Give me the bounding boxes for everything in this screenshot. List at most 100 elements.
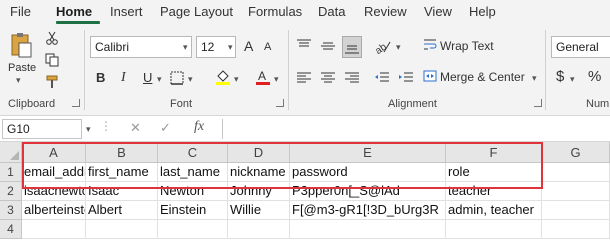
cell-d4[interactable] <box>228 220 290 239</box>
borders-icon[interactable] <box>168 69 186 87</box>
column-header-d[interactable]: D <box>228 142 290 163</box>
cell-d1[interactable]: nickname <box>228 163 290 182</box>
cell-c4[interactable] <box>158 220 228 239</box>
row-header-3[interactable]: 3 <box>0 201 22 220</box>
cell-f1[interactable]: role <box>446 163 542 182</box>
cell-e1[interactable]: password <box>290 163 446 182</box>
cell-g1[interactable] <box>542 163 610 182</box>
cell-b3[interactable]: Albert <box>86 201 158 220</box>
italic-button[interactable]: I <box>121 70 126 86</box>
cell-f3[interactable]: admin, teacher <box>446 201 542 220</box>
cell-b2[interactable]: Isaac <box>86 182 158 201</box>
cell-d3[interactable]: Willie <box>228 201 290 220</box>
column-header-g[interactable]: G <box>542 142 610 163</box>
tab-review[interactable]: Review <box>364 4 407 19</box>
underline-button[interactable]: U <box>143 70 152 85</box>
formula-value <box>223 121 227 135</box>
tab-home[interactable]: Home <box>56 4 92 19</box>
name-box[interactable]: G10 <box>2 119 82 139</box>
currency-button[interactable]: $ <box>556 68 564 85</box>
tab-data[interactable]: Data <box>318 4 345 19</box>
wrap-text-button[interactable]: Wrap Text <box>440 39 494 53</box>
formula-input[interactable] <box>222 119 610 139</box>
cell-b1[interactable]: first_name <box>86 163 158 182</box>
paste-icon[interactable] <box>8 30 34 60</box>
font-color-chevron-down-icon[interactable]: ▾ <box>274 74 279 85</box>
tab-view[interactable]: View <box>424 4 452 19</box>
row-header-4[interactable]: 4 <box>0 220 22 239</box>
currency-chevron-down-icon[interactable]: ▾ <box>570 74 575 85</box>
group-separator <box>545 30 546 110</box>
cell-c1[interactable]: last_name <box>158 163 228 182</box>
merge-center-button[interactable]: Merge & Center <box>440 70 525 84</box>
bold-button[interactable]: B <box>96 70 105 85</box>
cell-f2[interactable]: teacher <box>446 182 542 201</box>
cell-e2[interactable]: P3pper0n[_S@lAd <box>290 182 446 201</box>
name-box-chevron-down-icon[interactable]: ▾ <box>86 124 91 135</box>
fill-color-chevron-down-icon[interactable]: ▾ <box>234 74 239 85</box>
column-header-c[interactable]: C <box>158 142 228 163</box>
align-middle-icon[interactable] <box>318 36 338 56</box>
decrease-font-size-button[interactable]: A <box>264 41 271 53</box>
align-bottom-icon[interactable] <box>342 36 362 58</box>
tab-formulas[interactable]: Formulas <box>248 4 302 19</box>
tab-insert[interactable]: Insert <box>110 4 143 19</box>
font-size-chevron-down-icon[interactable]: ▾ <box>228 42 233 53</box>
increase-indent-icon[interactable] <box>396 68 416 88</box>
wrap-text-icon[interactable] <box>422 37 438 53</box>
column-header-f[interactable]: F <box>446 142 542 163</box>
align-top-icon[interactable] <box>294 36 314 56</box>
borders-chevron-down-icon[interactable]: ▾ <box>188 74 193 85</box>
tab-file[interactable]: File <box>10 4 31 19</box>
cell-f4[interactable] <box>446 220 542 239</box>
cell-c2[interactable]: Newton <box>158 182 228 201</box>
font-color-icon[interactable]: A <box>254 68 272 86</box>
tab-page-layout[interactable]: Page Layout <box>160 4 233 19</box>
cell-g2[interactable] <box>542 182 610 201</box>
increase-font-size-button[interactable]: A <box>244 38 253 54</box>
cell-e4[interactable] <box>290 220 446 239</box>
select-all-button[interactable] <box>0 142 22 163</box>
merge-center-icon[interactable] <box>422 68 438 84</box>
cell-a1[interactable]: email_address <box>22 163 86 182</box>
align-left-icon[interactable] <box>294 68 314 88</box>
align-right-icon[interactable] <box>342 68 362 88</box>
paste-button[interactable]: Paste <box>8 62 36 74</box>
percent-button[interactable]: % <box>588 68 601 85</box>
decrease-indent-icon[interactable] <box>372 68 392 88</box>
cell-a3[interactable]: alberteinstein <box>22 201 86 220</box>
insert-function-icon[interactable]: fx <box>194 119 204 135</box>
cell-a4[interactable] <box>22 220 86 239</box>
cell-e3[interactable]: F[@m3-gR1[!3D_bUrg3R <box>290 201 446 220</box>
fill-color-icon[interactable] <box>214 68 232 86</box>
number-format-dropdown[interactable]: General <box>551 36 610 58</box>
orientation-icon[interactable]: ab <box>372 36 394 56</box>
cell-d2[interactable]: Johnny <box>228 182 290 201</box>
merge-center-chevron-down-icon[interactable]: ▾ <box>532 73 537 84</box>
cell-a2[interactable]: isaacnewton <box>22 182 86 201</box>
cut-icon[interactable] <box>44 30 60 46</box>
font-launcher-icon[interactable] <box>276 99 284 107</box>
column-header-e[interactable]: E <box>290 142 446 163</box>
clipboard-launcher-icon[interactable] <box>72 99 80 107</box>
align-center-icon[interactable] <box>318 68 338 88</box>
format-painter-icon[interactable] <box>44 74 60 90</box>
column-header-b[interactable]: B <box>86 142 158 163</box>
row-header-2[interactable]: 2 <box>0 182 22 201</box>
tab-help[interactable]: Help <box>469 4 496 19</box>
cell-c3[interactable]: Einstein <box>158 201 228 220</box>
font-name-dropdown[interactable]: Calibri <box>90 36 192 58</box>
row-header-1[interactable]: 1 <box>0 163 22 182</box>
alignment-launcher-icon[interactable] <box>534 99 542 107</box>
orientation-chevron-down-icon[interactable]: ▾ <box>396 42 401 53</box>
font-name-chevron-down-icon[interactable]: ▾ <box>183 42 188 53</box>
copy-icon[interactable] <box>44 52 60 68</box>
cancel-icon[interactable]: ✕ <box>130 120 141 136</box>
column-header-a[interactable]: A <box>22 142 86 163</box>
underline-chevron-down-icon[interactable]: ▾ <box>157 74 162 85</box>
cell-g3[interactable] <box>542 201 610 220</box>
paste-dropdown-icon[interactable]: ▾ <box>16 75 21 86</box>
enter-icon[interactable]: ✓ <box>160 120 171 136</box>
cell-g4[interactable] <box>542 220 610 239</box>
cell-b4[interactable] <box>86 220 158 239</box>
